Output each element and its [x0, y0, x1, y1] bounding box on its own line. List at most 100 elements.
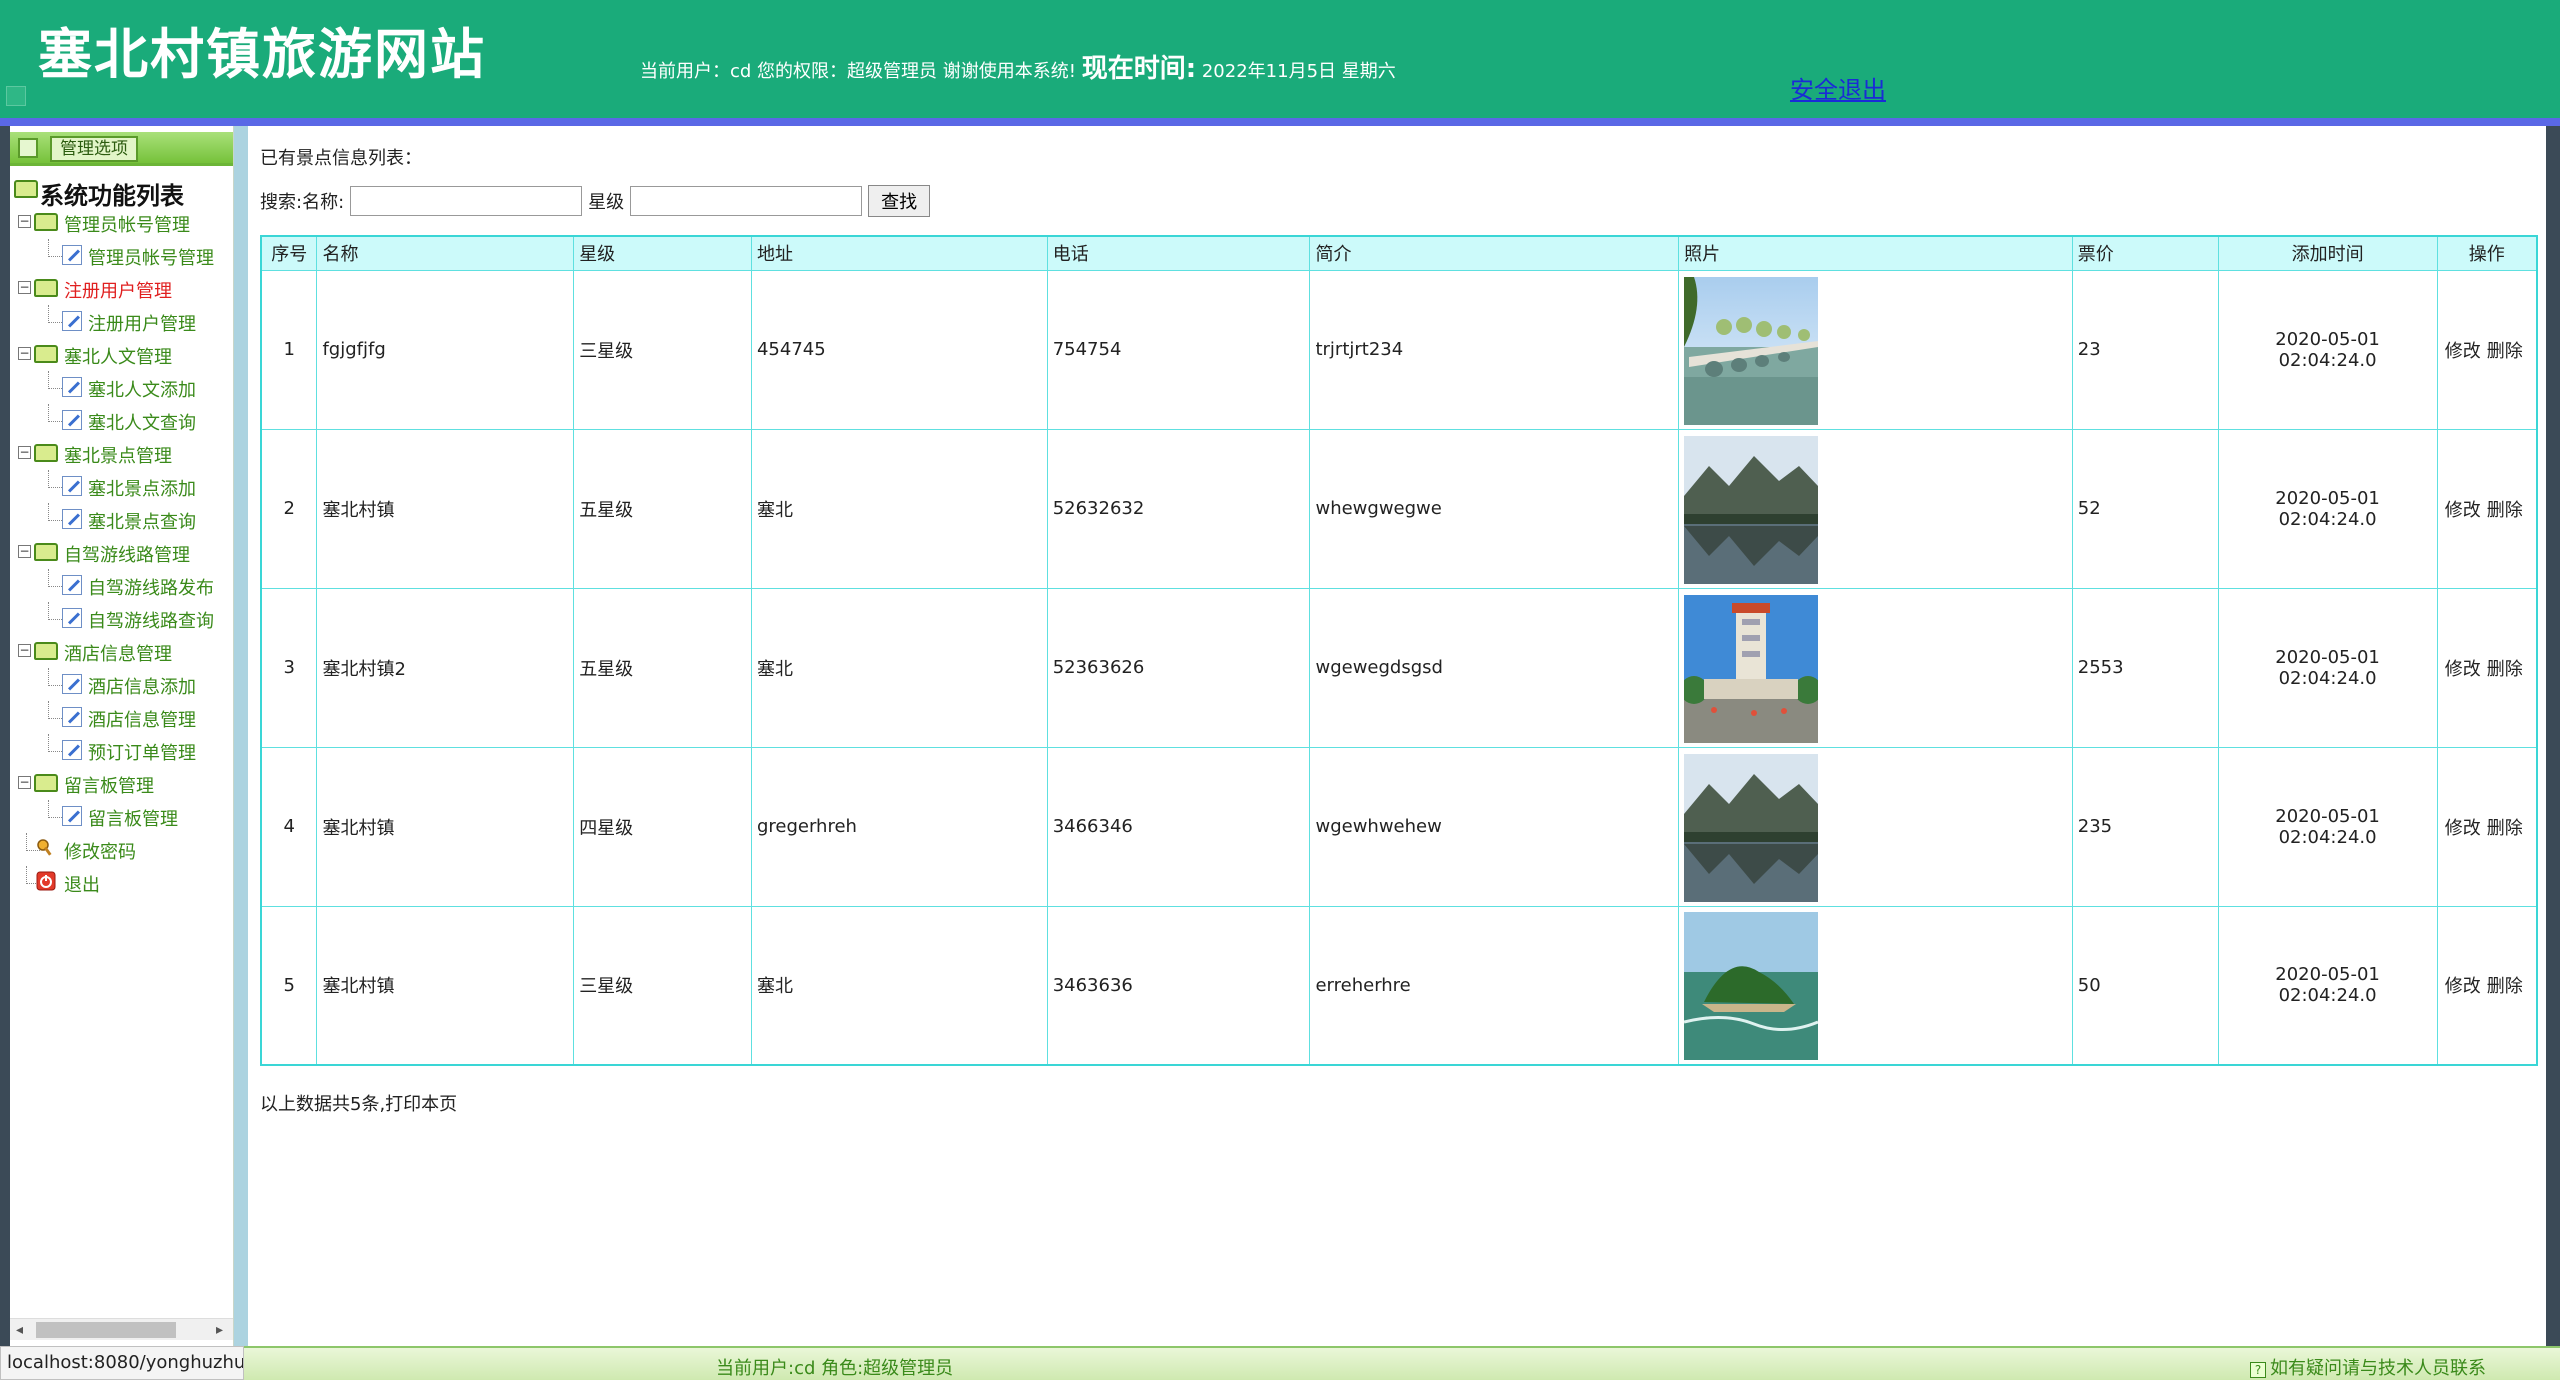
- scroll-left-icon[interactable]: ◂: [16, 1322, 23, 1338]
- folder-icon: [34, 213, 58, 231]
- collapse-icon[interactable]: −: [18, 545, 31, 558]
- sidebar-header-label[interactable]: 管理选项: [50, 136, 138, 162]
- col-header-star: 星级: [573, 235, 752, 271]
- key-icon: [37, 839, 52, 856]
- sidebar-item-routes-query[interactable]: 自驾游线路查询: [10, 602, 233, 635]
- sidebar-item-culture-add[interactable]: 塞北人文添加: [10, 371, 233, 404]
- sidebar-item-exit[interactable]: 退出: [10, 866, 233, 899]
- table-row: 1 fgjgfjfg 三星级 454745 754754 trjrtjrt234: [260, 269, 2538, 430]
- col-header-time: 添加时间: [2217, 235, 2438, 271]
- status-user-role: 当前用户:cd 角色:超级管理员: [716, 1358, 954, 1379]
- mountain-lake-photo[interactable]: [1684, 435, 1819, 584]
- sidebar-item-order-manage[interactable]: 预订订单管理: [10, 734, 233, 767]
- tree-root[interactable]: 系统功能列表: [10, 174, 233, 210]
- scrollbar-thumb[interactable]: [36, 1322, 176, 1338]
- sidebar-item-users-manage[interactable]: 注册用户管理: [10, 305, 233, 338]
- sidebar: 管理选项 系统功能列表 − 管理员帐号管理 管理员帐号管理 − 注册用户管理 注…: [10, 126, 234, 1346]
- edit-page-icon: [62, 311, 82, 331]
- edit-link[interactable]: 修改: [2445, 976, 2481, 997]
- collapse-icon[interactable]: −: [18, 347, 31, 360]
- right-frame-edge: [2546, 126, 2560, 1346]
- collapse-icon[interactable]: −: [18, 281, 31, 294]
- mountain-lake-photo[interactable]: [1684, 753, 1819, 902]
- sidebar-item-routes-publish[interactable]: 自驾游线路发布: [10, 569, 233, 602]
- time-label: 现在时间:: [1081, 54, 1197, 84]
- user-info: 当前用户：cd 您的权限：超级管理员 谢谢使用本系统!: [640, 61, 1076, 82]
- sidebar-item-change-password[interactable]: 修改密码: [10, 833, 233, 866]
- time-value: 2022年11月5日 星期六: [1201, 61, 1396, 82]
- page-title: 已有景点信息列表：: [260, 148, 422, 169]
- edit-link[interactable]: 修改: [2445, 341, 2481, 362]
- sidebar-group-hotel[interactable]: − 酒店信息管理: [10, 635, 233, 668]
- delete-link[interactable]: 删除: [2487, 659, 2523, 680]
- power-icon: [36, 871, 56, 891]
- search-name-input[interactable]: [350, 186, 583, 216]
- sidebar-group-users[interactable]: − 注册用户管理: [10, 272, 233, 305]
- collapse-icon[interactable]: −: [18, 776, 31, 789]
- bridge-photo[interactable]: [1684, 276, 1819, 425]
- sidebar-item-hotel-add[interactable]: 酒店信息添加: [10, 668, 233, 701]
- table-header-row: 序号 名称 星级 地址 电话 简介 照片 票价 添加时间 操作: [260, 235, 2538, 271]
- sidebar-item-label: 留言板管理: [88, 809, 178, 830]
- cell-time: 2020-05-01 02:04:24.0: [2217, 428, 2438, 589]
- status-help-text: 如有疑问请与技术人员联系: [2270, 1358, 2486, 1379]
- sidebar-item-label: 预订订单管理: [88, 743, 196, 764]
- delete-link[interactable]: 删除: [2487, 976, 2523, 997]
- record-count-print[interactable]: 以上数据共5条,打印本页: [260, 1090, 457, 1116]
- col-header-price: 票价: [2071, 235, 2219, 271]
- sidebar-group-label: 留言板管理: [64, 776, 154, 797]
- edit-link[interactable]: 修改: [2445, 659, 2481, 680]
- cell-star: 三星级: [573, 269, 752, 430]
- site-title: 塞北村镇旅游网站: [38, 23, 486, 86]
- sidebar-group-routes[interactable]: − 自驾游线路管理: [10, 536, 233, 569]
- scroll-right-icon[interactable]: ▸: [216, 1322, 223, 1338]
- sidebar-item-admin-manage[interactable]: 管理员帐号管理: [10, 239, 233, 272]
- collapse-icon[interactable]: −: [18, 446, 31, 459]
- sidebar-group-label: 自驾游线路管理: [64, 545, 190, 566]
- sidebar-item-message-manage[interactable]: 留言板管理: [10, 800, 233, 833]
- search-star-input[interactable]: [630, 186, 863, 216]
- search-button[interactable]: 查找: [868, 185, 931, 217]
- sidebar-horizontal-scrollbar[interactable]: ◂ ▸: [10, 1318, 233, 1340]
- sidebar-group-message[interactable]: − 留言板管理: [10, 767, 233, 800]
- cell-id: 3: [260, 587, 318, 748]
- col-header-id: 序号: [260, 235, 318, 271]
- logout-link[interactable]: 安全退出: [1790, 70, 1886, 105]
- cell-photo: [1678, 428, 2073, 589]
- edit-page-icon: [62, 476, 82, 496]
- collapse-icon[interactable]: −: [18, 644, 31, 657]
- cell-price: 2553: [2071, 587, 2219, 748]
- edit-link[interactable]: 修改: [2445, 818, 2481, 839]
- sidebar-group-culture[interactable]: − 塞北人文管理: [10, 338, 233, 371]
- edit-page-icon: [62, 707, 82, 727]
- delete-link[interactable]: 删除: [2487, 500, 2523, 521]
- cell-id: 5: [260, 905, 318, 1066]
- col-header-phone: 电话: [1046, 235, 1311, 271]
- sidebar-group-scenic[interactable]: − 塞北景点管理: [10, 437, 233, 470]
- edit-page-icon: [62, 509, 82, 529]
- sidebar-item-label: 塞北景点添加: [88, 479, 196, 500]
- cell-price: 235: [2071, 746, 2219, 907]
- sidebar-item-hotel-manage[interactable]: 酒店信息管理: [10, 701, 233, 734]
- cell-address: 塞北: [750, 905, 1048, 1066]
- sidebar-group-label: 酒店信息管理: [64, 644, 172, 665]
- delete-link[interactable]: 删除: [2487, 818, 2523, 839]
- sidebar-item-scenic-add[interactable]: 塞北景点添加: [10, 470, 233, 503]
- edit-link[interactable]: 修改: [2445, 500, 2481, 521]
- island-photo[interactable]: [1684, 912, 1819, 1061]
- col-header-name: 名称: [316, 235, 575, 271]
- cell-actions: 修改 删除: [2436, 746, 2538, 907]
- frame-divider[interactable]: [234, 126, 248, 1346]
- collapse-icon[interactable]: −: [18, 215, 31, 228]
- user-info-line: 当前用户：cd 您的权限：超级管理员 谢谢使用本系统! 现在时间: 2022年1…: [640, 48, 1396, 85]
- sidebar-item-scenic-query[interactable]: 塞北景点查询: [10, 503, 233, 536]
- delete-link[interactable]: 删除: [2487, 341, 2523, 362]
- sidebar-group-label: 塞北人文管理: [64, 347, 172, 368]
- table-row: 5 塞北村镇 三星级 塞北 3463636 erreherhre 50 2020…: [260, 905, 2538, 1066]
- sidebar-group-admin[interactable]: − 管理员帐号管理: [10, 206, 233, 239]
- cell-actions: 修改 删除: [2436, 428, 2538, 589]
- sidebar-item-culture-query[interactable]: 塞北人文查询: [10, 404, 233, 437]
- search-form: 搜索:名称: 星级 查找: [260, 184, 931, 218]
- tower-photo[interactable]: [1684, 594, 1819, 743]
- col-header-address: 地址: [750, 235, 1048, 271]
